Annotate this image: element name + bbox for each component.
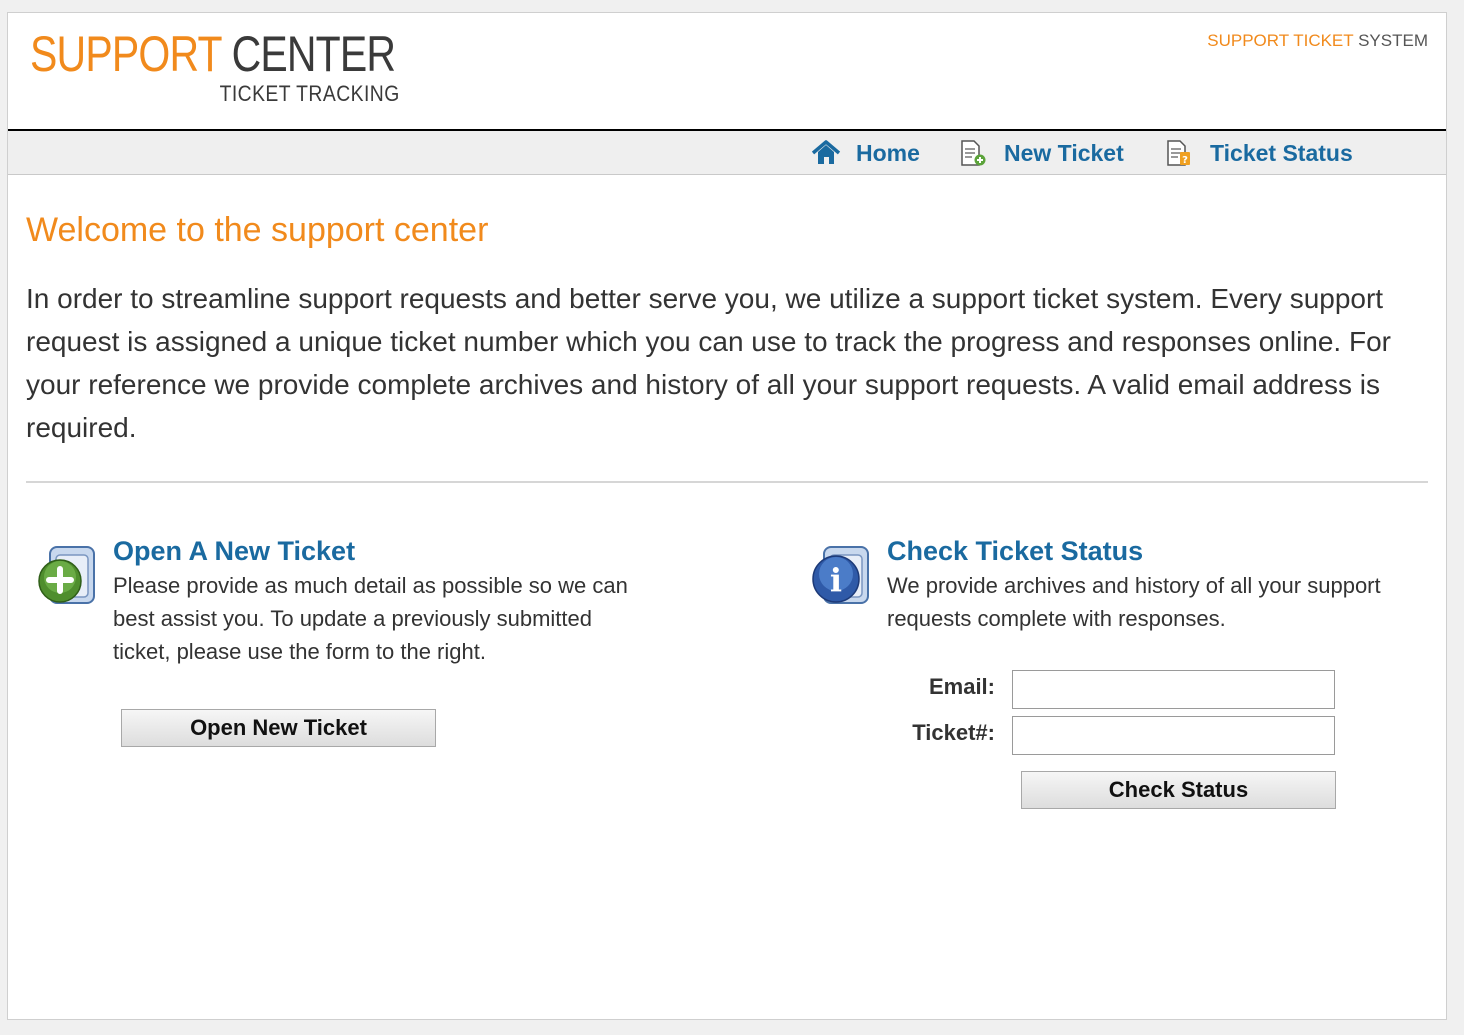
open-new-ticket-button[interactable]: Open New Ticket (121, 709, 436, 747)
check-status-button[interactable]: Check Status (1021, 771, 1336, 809)
nav-ticket-status[interactable]: ? Ticket Status (1164, 139, 1353, 167)
tagline-rest: SYSTEM (1358, 31, 1428, 50)
svg-text:i: i (830, 561, 842, 599)
logo[interactable]: SUPPORT CENTER TICKET TRACKING (30, 29, 400, 109)
intro-text: In order to streamline support requests … (26, 283, 1391, 443)
check-status-description: We provide archives and history of all y… (887, 573, 1381, 631)
logo-word-center: CENTER (231, 26, 396, 82)
logo-subtitle: TICKET TRACKING (219, 81, 400, 106)
nav-new-ticket[interactable]: New Ticket (958, 139, 1124, 167)
nav-bar: Home New Ticket ? Ticket Status (8, 131, 1446, 175)
ticket-number-label: Ticket#: (912, 720, 995, 745)
new-ticket-icon (958, 139, 990, 167)
nav-ticket-status-label: Ticket Status (1210, 139, 1353, 166)
open-ticket-description: Please provide as much detail as possibl… (113, 573, 628, 664)
nav-new-ticket-label: New Ticket (1004, 139, 1124, 166)
tagline-accent: SUPPORT TICKET (1207, 31, 1354, 50)
main-content: Welcome to the support center In order t… (8, 175, 1446, 483)
logo-word-support: SUPPORT (30, 26, 222, 82)
check-status-section: i Check Ticket Status We provide archive… (810, 535, 1440, 655)
nav-home-label: Home (856, 139, 920, 166)
nav-home[interactable]: Home (810, 139, 920, 167)
header: SUPPORT CENTER TICKET TRACKING SUPPORT T… (8, 13, 1446, 131)
svg-text:?: ? (1182, 155, 1188, 166)
ticket-status-icon: ? (1164, 139, 1196, 167)
logo-title: SUPPORT CENTER (30, 26, 396, 82)
page-container: SUPPORT CENTER TICKET TRACKING SUPPORT T… (7, 12, 1447, 1020)
tagline: SUPPORT TICKET SYSTEM (1207, 31, 1428, 51)
check-status-heading: Check Ticket Status (887, 536, 1144, 566)
open-ticket-heading: Open A New Ticket (113, 536, 356, 566)
ticket-number-field[interactable] (1012, 716, 1335, 755)
divider (26, 481, 1428, 483)
page-title: Welcome to the support center (26, 211, 489, 249)
add-ticket-icon (36, 543, 98, 609)
email-field[interactable] (1012, 670, 1335, 709)
home-icon (810, 139, 842, 167)
info-icon: i (810, 543, 872, 609)
email-label: Email: (928, 674, 995, 699)
